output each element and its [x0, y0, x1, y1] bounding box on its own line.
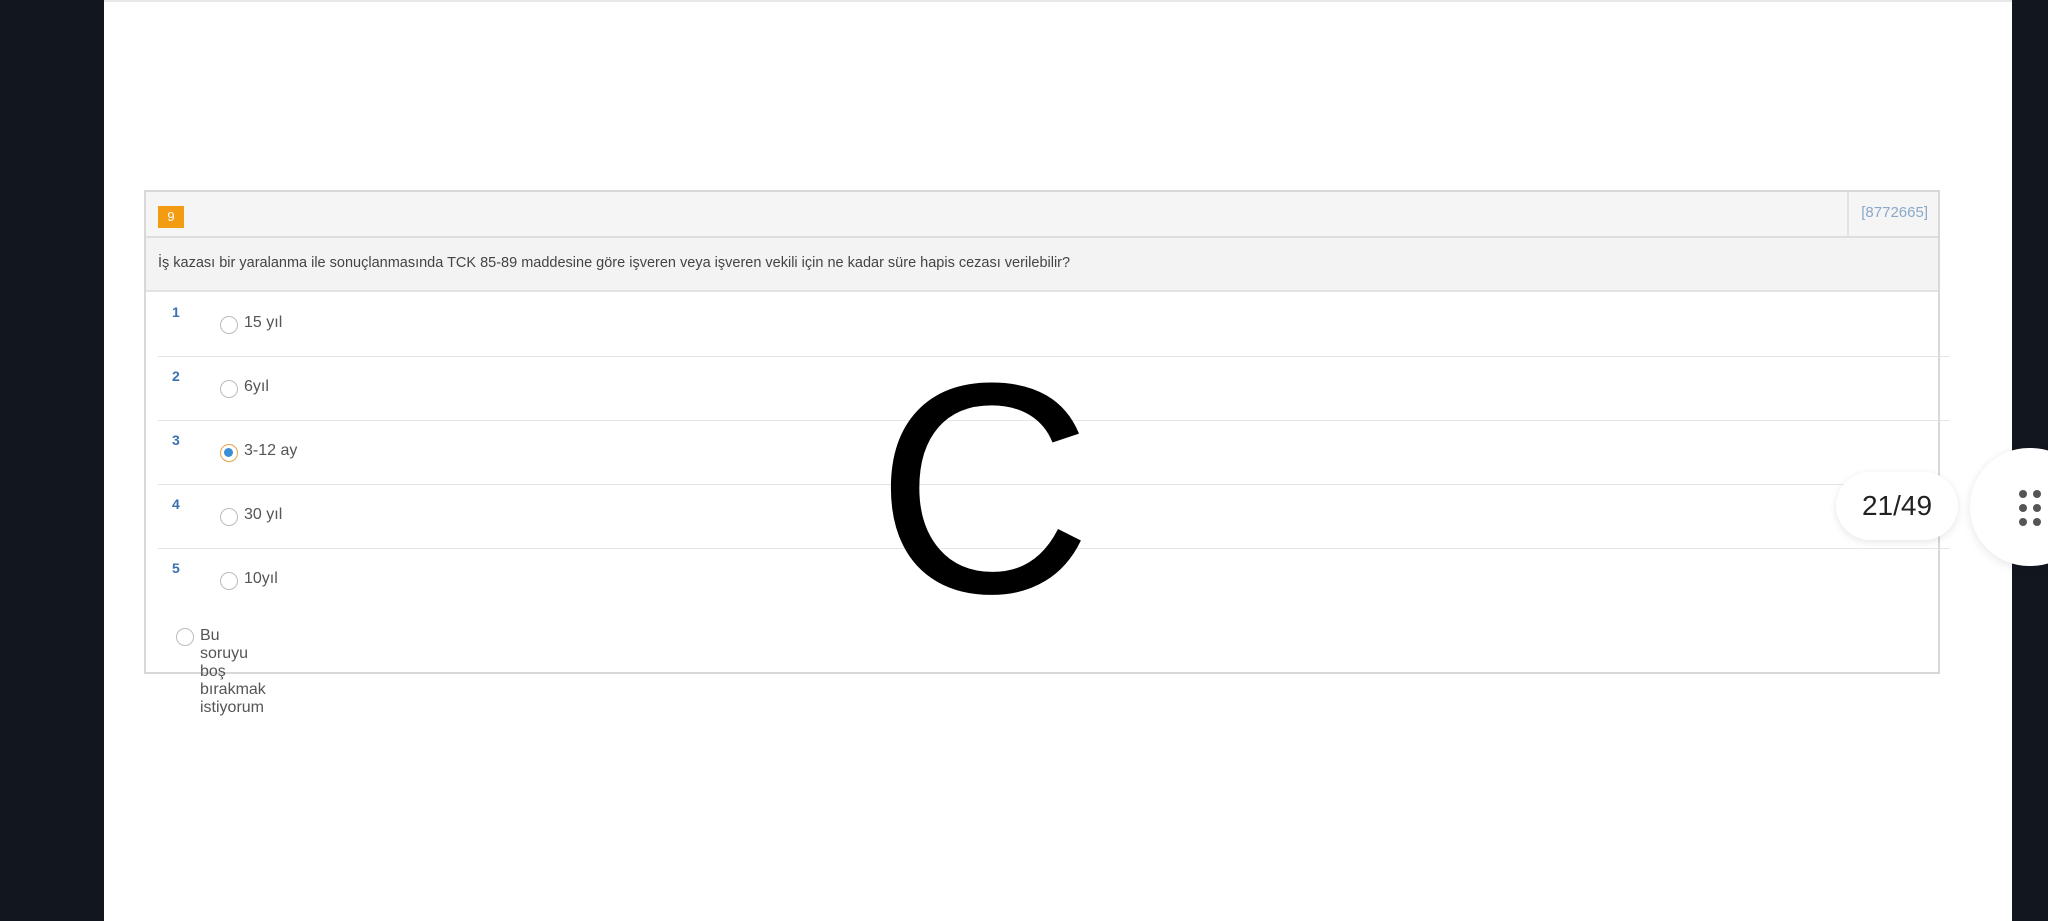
- option-label: 3-12 ay: [244, 442, 298, 459]
- option-radio-5[interactable]: [220, 572, 238, 590]
- skip-label: Bu soruyu boş bırakmak istiyorum: [200, 627, 266, 716]
- document-page: 9 [8772665] İş kazası bir yaralanma ile …: [104, 0, 2012, 921]
- question-text: İş kazası bir yaralanma ile sonuçlanması…: [146, 238, 1938, 292]
- page-top-border: [104, 0, 2012, 2]
- option-label: 6yıl: [244, 378, 269, 395]
- option-number: 4: [172, 496, 180, 512]
- question-number-badge: 9: [158, 206, 184, 228]
- option-radio-4[interactable]: [220, 508, 238, 526]
- option-radio-1[interactable]: [220, 316, 238, 334]
- option-number: 3: [172, 432, 180, 448]
- option-number: 1: [172, 304, 180, 320]
- grid-dots-icon: [2019, 490, 2041, 526]
- option-number: 2: [172, 368, 180, 384]
- page-counter: 21/49: [1836, 472, 1958, 540]
- option-number: 5: [172, 560, 180, 576]
- option-label: 15 yıl: [244, 314, 283, 331]
- skip-radio[interactable]: [176, 628, 194, 646]
- answer-letter-overlay: C: [875, 320, 1093, 656]
- option-radio-3-selected[interactable]: [220, 444, 238, 462]
- question-code: [8772665]: [1847, 192, 1938, 236]
- question-header: 9 [8772665]: [146, 192, 1938, 238]
- option-radio-2[interactable]: [220, 380, 238, 398]
- option-label: 30 yıl: [244, 506, 283, 523]
- option-label: 10yıl: [244, 570, 278, 587]
